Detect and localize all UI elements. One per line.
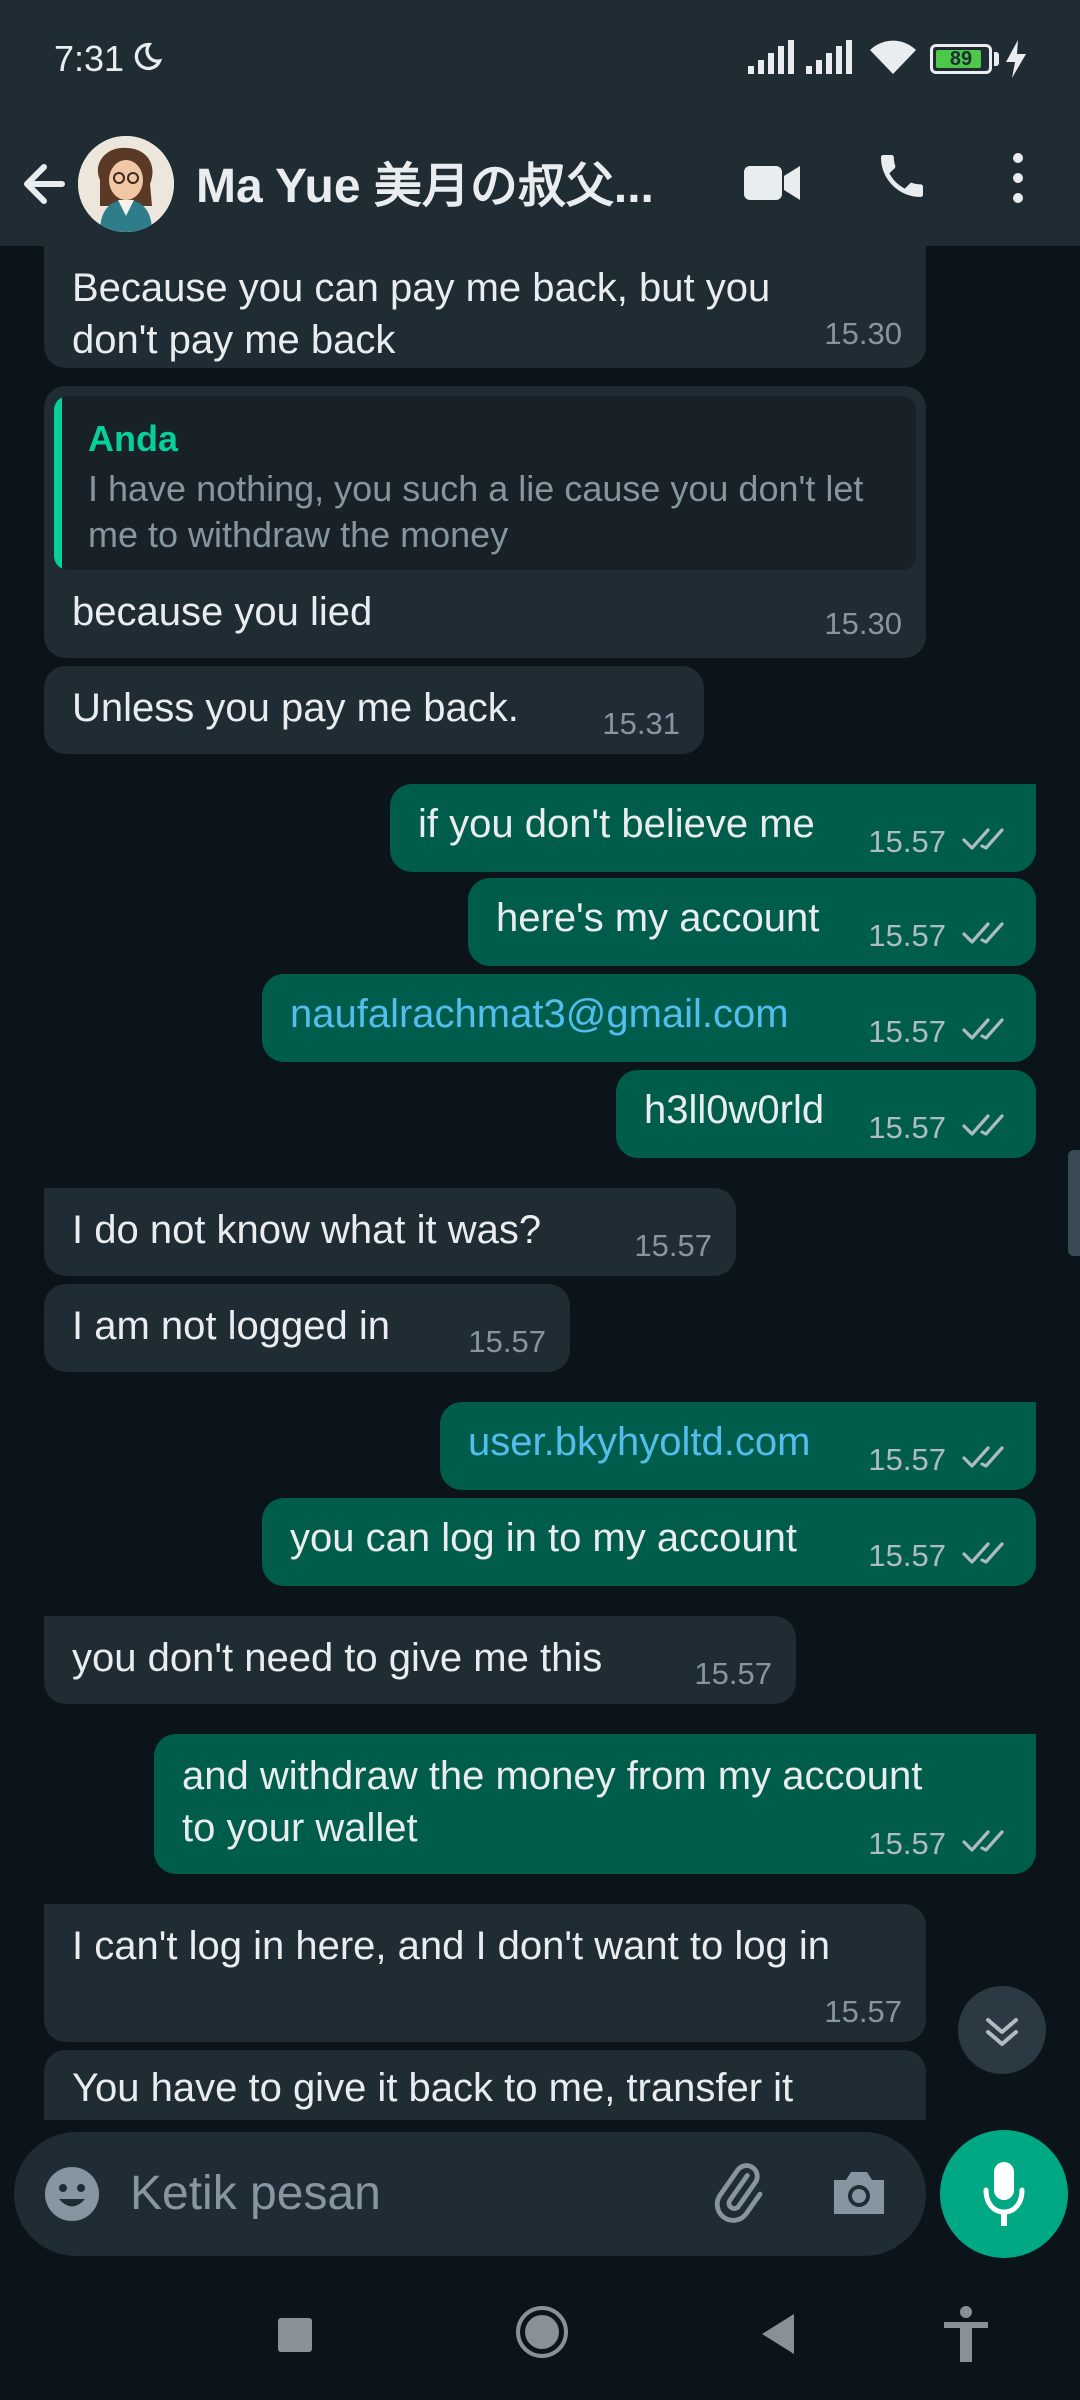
double-check-icon [962,1830,1004,1852]
voice-call-icon[interactable] [874,146,930,206]
quoted-reply[interactable]: Anda I have nothing, you such a lie caus… [54,396,916,570]
charging-bolt-icon [1006,40,1026,78]
message-bubble-outgoing[interactable]: naufalrachmat3@gmail.com 15.57 [262,974,1036,1062]
message-time: 15.57 [868,1014,946,1049]
chat-header: Ma Yue 美月の叔父... [0,122,1080,246]
message-bubble-incoming[interactable]: I can't log in here, and I don't want to… [44,1904,926,2042]
message-time: 15.31 [602,706,680,741]
message-bubble-incoming[interactable]: you don't need to give me this 15.57 [44,1616,796,1704]
attach-icon[interactable] [706,2160,770,2224]
scroll-to-bottom-button[interactable] [958,1986,1046,2074]
battery-level: 89 [949,48,973,70]
message-time: 15.57 [634,1228,712,1263]
signal-icon-secondary [806,40,852,74]
accessibility-icon[interactable] [940,2304,992,2364]
quote-author: Anda [88,418,178,459]
message-composer [14,2132,926,2256]
message-time: 15.30 [824,316,902,351]
message-text: I am not logged in [72,1304,390,1348]
status-bar: 7:31 89 [0,0,1080,122]
scrollbar-thumb[interactable] [1068,1150,1080,1256]
message-bubble-outgoing[interactable]: if you don't believe me 15.57 [390,784,1036,872]
double-check-icon [962,922,1004,944]
signal-icon [748,40,794,74]
message-input[interactable] [130,2162,690,2224]
recents-button[interactable] [278,2318,312,2352]
message-text: I do not know what it was? [72,1208,542,1252]
message-time: 15.30 [824,606,902,641]
message-text: you don't need to give me this [72,1636,603,1680]
double-check-icon [962,1542,1004,1564]
message-bubble-incoming[interactable]: Because you can pay me back, but you don… [44,246,926,368]
home-button[interactable] [514,2304,570,2360]
message-bubble-incoming[interactable]: I am not logged in 15.57 [44,1284,570,1372]
message-text: h3ll0w0rld [644,1088,825,1132]
message-bubble-outgoing[interactable]: and withdraw the money from my account t… [154,1734,1036,1874]
message-time: 15.57 [868,1442,946,1477]
emoji-icon[interactable] [42,2164,102,2224]
battery-tip [994,52,999,66]
message-text: Because you can pay me back, but you don… [72,266,771,362]
message-text: and withdraw the money from my account t… [182,1754,923,1850]
mic-icon [983,2162,1025,2226]
wifi-icon [870,40,916,74]
camera-icon[interactable] [828,2162,890,2224]
avatar-illustration [78,136,174,232]
message-time: 15.57 [868,918,946,953]
message-time: 15.57 [468,1324,546,1359]
double-check-icon [962,1018,1004,1040]
voice-record-button[interactable] [940,2130,1068,2258]
double-check-icon [962,1446,1004,1468]
message-bubble-incoming[interactable]: Unless you pay me back. 15.31 [44,666,704,754]
message-text: you can log in to my account [290,1516,797,1560]
message-text: Unless you pay me back. [72,686,519,730]
message-text: You have to give it back to me, transfer… [72,2066,794,2110]
status-time: 7:31 [54,38,125,79]
double-check-icon [962,1114,1004,1136]
message-text: I can't log in here, and I don't want to… [72,1924,830,1968]
message-bubble-outgoing[interactable]: h3ll0w0rld 15.57 [616,1070,1036,1158]
message-time: 15.57 [824,1994,902,2029]
message-time: 15.57 [868,1538,946,1573]
back-arrow-icon[interactable] [14,148,74,220]
message-link[interactable]: user.bkyhyoltd.com [468,1416,810,1468]
message-bubble-outgoing[interactable]: here's my account 15.57 [468,878,1036,966]
moon-icon [134,42,163,71]
message-bubble-incoming-reply[interactable]: Anda I have nothing, you such a lie caus… [44,386,926,658]
more-vert-icon[interactable] [1000,146,1036,210]
message-bubble-incoming[interactable]: You have to give it back to me, transfer… [44,2050,926,2120]
message-bubble-outgoing[interactable]: you can log in to my account 15.57 [262,1498,1036,1586]
message-time: 15.57 [868,1110,946,1145]
message-text: here's my account [496,896,820,940]
message-time: 15.57 [868,824,946,859]
message-link[interactable]: naufalrachmat3@gmail.com [290,988,789,1040]
system-nav-bar [0,2268,1080,2400]
video-call-icon[interactable] [742,152,802,212]
quote-accent-bar [54,396,62,570]
message-time: 15.57 [868,1826,946,1861]
message-list[interactable]: Because you can pay me back, but you don… [0,246,1080,2120]
back-nav-icon[interactable] [758,2312,798,2356]
chevron-double-down-icon [986,2018,1018,2046]
message-text: because you lied [72,590,373,634]
quote-text: I have nothing, you such a lie cause you… [88,468,864,555]
battery-icon: 89 [930,44,992,74]
message-bubble-outgoing[interactable]: user.bkyhyoltd.com 15.57 [440,1402,1036,1490]
double-check-icon [962,828,1004,850]
avatar[interactable] [78,136,174,232]
message-text: if you don't believe me [418,802,815,846]
message-bubble-incoming[interactable]: I do not know what it was? 15.57 [44,1188,736,1276]
message-time: 15.57 [694,1656,772,1691]
chat-title[interactable]: Ma Yue 美月の叔父... [196,146,666,216]
